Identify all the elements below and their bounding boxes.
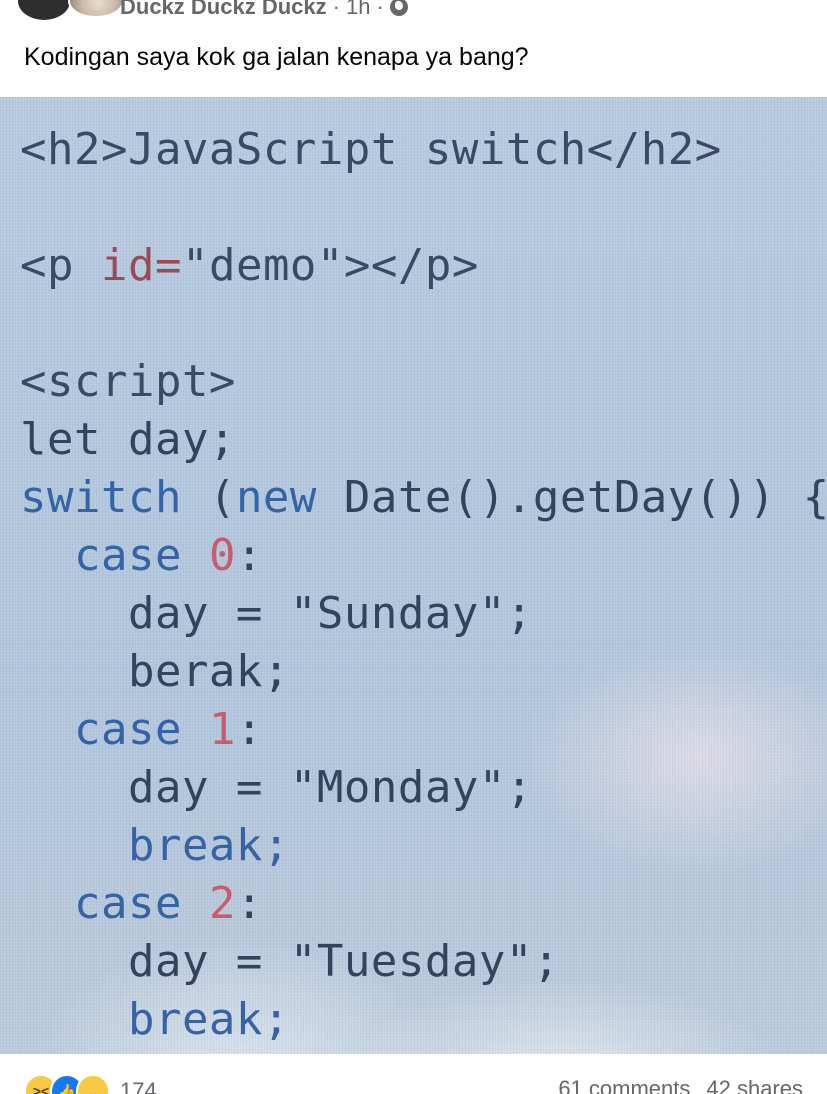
code-line: break; (20, 991, 827, 1049)
code-line: <h2>JavaScript switch</h2> (20, 121, 827, 179)
code-line: let day; (20, 411, 827, 469)
code-token: <script> (20, 356, 236, 407)
post-time[interactable]: 1h (346, 0, 370, 20)
code-token: ( (181, 472, 236, 523)
post-text: Kodingan saya kok ga jalan kenapa ya ban… (24, 43, 529, 71)
post-header: Duckz Duckz Duckz · 1h · (0, 0, 827, 22)
code-token: : (235, 530, 263, 581)
code-line: case 2: (20, 875, 827, 933)
group-avatar[interactable] (18, 0, 70, 20)
code-token: break; (20, 994, 290, 1045)
code-token: day = "Tuesday"; (20, 936, 560, 987)
code-token: berak; (20, 646, 290, 697)
code-token: 1 (208, 704, 236, 755)
code-line: day = "Monday"; (20, 759, 827, 817)
code-token: case (20, 878, 209, 929)
separator-dot: · (332, 0, 340, 19)
code-line: case 0: (20, 527, 827, 585)
code-line: break; (20, 817, 827, 875)
separator-dot: · (376, 0, 384, 19)
code-line: <script> (20, 353, 827, 411)
author-name[interactable]: Duckz Duckz Duckz (120, 0, 327, 20)
sad-icon: .. (76, 1074, 110, 1094)
code-line: <p id="demo"></p> (20, 237, 827, 295)
code-token: : (235, 878, 263, 929)
code-token: day = "Sunday"; (20, 588, 533, 639)
code-line: day = "Tuesday"; (20, 933, 827, 991)
code-token: id= (100, 240, 182, 291)
shares-count[interactable]: 42 shares (706, 1076, 803, 1094)
code-line: case 1: (20, 701, 827, 759)
code-line: switch (new Date().getDay()) { (20, 469, 827, 527)
code-token: let day; (20, 414, 236, 465)
post-stats: 61 comments 42 shares (558, 1076, 803, 1094)
globe-icon[interactable] (389, 0, 408, 16)
code-token: 2 (208, 878, 236, 929)
author-avatar[interactable] (68, 0, 124, 18)
post-footer: >< 👍 .. 174 61 comments 42 shares (0, 1060, 827, 1094)
code-token: : (235, 704, 263, 755)
facebook-post: Duckz Duckz Duckz · 1h · Kodingan saya k… (0, 0, 827, 1094)
code-token: "demo"></p> (181, 240, 479, 291)
avatar-group[interactable] (18, 0, 124, 20)
reaction-count: 174 (120, 1078, 157, 1094)
post-photo[interactable]: <h2>JavaScript switch</h2> <p id="demo"><… (0, 97, 827, 1054)
comments-count[interactable]: 61 comments (558, 1076, 690, 1094)
code-listing: <h2>JavaScript switch</h2> <p id="demo"><… (20, 121, 827, 1049)
code-token: switch (20, 472, 182, 523)
code-token: new (235, 472, 317, 523)
reactions-summary[interactable]: >< 👍 .. 174 (24, 1074, 157, 1094)
author-line: Duckz Duckz Duckz · 1h · (120, 0, 408, 20)
code-line: day = "Sunday"; (20, 585, 827, 643)
code-token: Date().getDay()) { (316, 472, 827, 523)
code-token: 0 (208, 530, 236, 581)
code-token: case (20, 530, 209, 581)
code-token: <h2>JavaScript switch</h2> (20, 124, 722, 175)
code-token: day = "Monday"; (20, 762, 533, 813)
code-token: <p (20, 240, 101, 291)
code-line: berak; (20, 643, 827, 701)
code-token: break; (20, 820, 290, 871)
code-token: case (20, 704, 209, 755)
